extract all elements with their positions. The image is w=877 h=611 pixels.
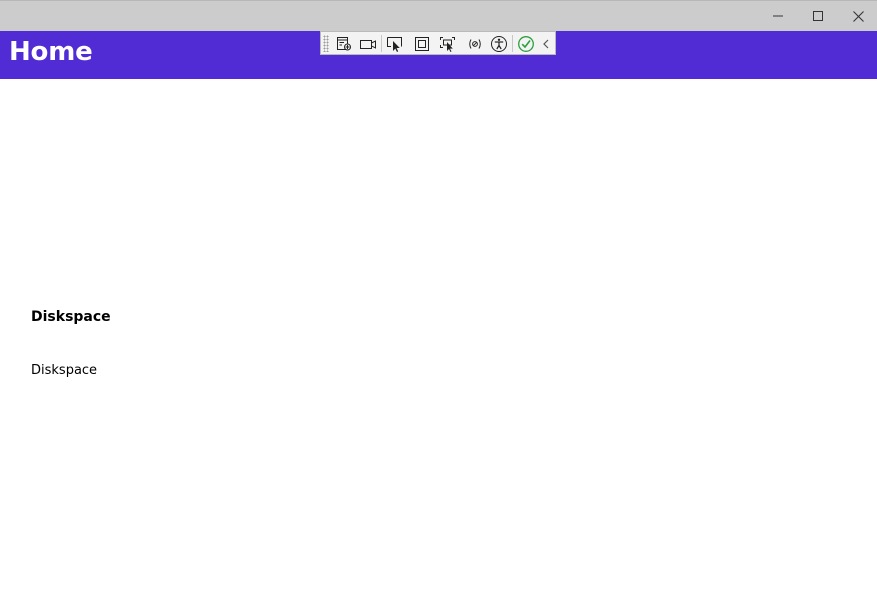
collapse-chevron-icon [543, 39, 549, 48]
display-layout-adorners-button[interactable] [411, 33, 433, 54]
collapse-toolbar-button[interactable] [537, 33, 555, 54]
maximize-button[interactable] [798, 1, 838, 31]
toolbar-grip[interactable] [323, 35, 329, 52]
track-focused-element-icon [440, 36, 455, 52]
video-camera-icon [360, 39, 376, 49]
binding-failures-icon [469, 38, 481, 49]
live-visual-tree-icon [337, 36, 351, 50]
close-icon [852, 10, 864, 22]
binding-failures-button[interactable] [464, 33, 486, 54]
track-focused-element-button[interactable] [437, 33, 459, 54]
accessibility-icon [491, 35, 507, 52]
select-element-button[interactable] [384, 33, 406, 54]
toolbar-separator [381, 35, 382, 52]
diskspace-heading: Diskspace [31, 309, 111, 325]
minimize-icon [773, 15, 783, 17]
page-title: Home [9, 37, 93, 67]
app-window: Home Diskspace Diskspace [0, 0, 877, 611]
minimize-button[interactable] [758, 1, 798, 31]
display-layout-adorners-icon [415, 36, 429, 51]
video-capture-button[interactable] [357, 33, 379, 54]
toolbar-separator [512, 35, 513, 52]
title-bar[interactable] [0, 0, 877, 31]
hot-reload-check-icon [518, 35, 534, 52]
select-element-icon [387, 36, 402, 52]
debug-toolbar[interactable] [320, 31, 556, 55]
hot-reload-status-button[interactable] [515, 33, 537, 54]
live-visual-tree-button[interactable] [333, 33, 355, 54]
close-button[interactable] [838, 1, 877, 31]
accessibility-checker-button[interactable] [488, 33, 510, 54]
maximize-icon [813, 11, 823, 21]
diskspace-label: Diskspace [31, 363, 98, 378]
